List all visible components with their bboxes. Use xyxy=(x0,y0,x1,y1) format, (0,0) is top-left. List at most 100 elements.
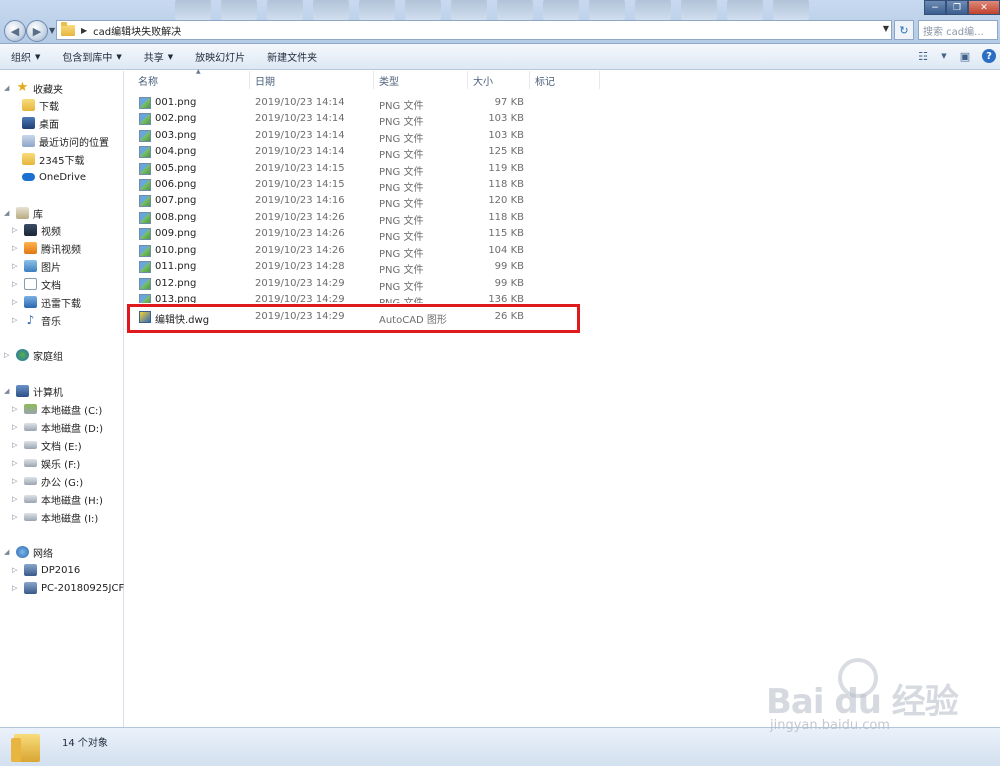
expand-arrow-icon[interactable]: ▷ xyxy=(12,316,20,324)
file-list: ▲ 名称 日期 类型 大小 标记 001.png 2019/10/23 14:14 P… xyxy=(125,68,1000,727)
expand-arrow-icon[interactable]: ▷ xyxy=(12,298,20,306)
file-row[interactable]: 010.png 2019/10/23 14:26 PNG 文件 104 KB xyxy=(125,243,1000,260)
sidebar-libraries[interactable]: ◢ 库 xyxy=(4,204,43,222)
file-name: 003.png xyxy=(155,130,197,141)
file-row[interactable]: 006.png 2019/10/23 14:15 PNG 文件 118 KB xyxy=(125,177,1000,194)
forward-button[interactable]: ▶ xyxy=(26,20,48,42)
file-row[interactable]: 009.png 2019/10/23 14:26 PNG 文件 115 KB xyxy=(125,226,1000,243)
expand-arrow-icon[interactable]: ▷ xyxy=(4,351,12,359)
sidebar-item-documents[interactable]: ▷ 文档 xyxy=(12,275,61,293)
maximize-button[interactable]: ❐ xyxy=(946,0,968,15)
file-size: 99 KB xyxy=(494,261,524,272)
sidebar-computer[interactable]: ◢ 计算机 xyxy=(4,382,63,400)
close-button[interactable]: ✕ xyxy=(968,0,1000,15)
sidebar-item-label: 最近访问的位置 xyxy=(39,137,109,149)
expand-arrow-icon[interactable]: ▷ xyxy=(12,262,20,270)
view-options-icon[interactable]: ☷ xyxy=(914,47,932,65)
column-header-name[interactable]: ▲ 名称 xyxy=(133,68,250,89)
sidebar-homegroup[interactable]: ▷ 家庭组 xyxy=(4,346,63,364)
sidebar-item-label: 本地磁盘 (C:) xyxy=(41,405,103,417)
file-date: 2019/10/23 14:14 xyxy=(255,97,345,108)
collapse-arrow-icon[interactable]: ◢ xyxy=(4,209,12,217)
view-dropdown-icon[interactable]: ▼ xyxy=(940,47,948,65)
recent-pages-dropdown-icon[interactable]: ▼ xyxy=(49,26,55,35)
sidebar-item-drive-e[interactable]: ▷ 文档 (E:) xyxy=(12,436,82,454)
refresh-button[interactable]: ↻ xyxy=(894,20,914,40)
new-folder-button[interactable]: 新建文件夹 xyxy=(256,44,328,70)
taskbar-thumbnails xyxy=(175,0,840,20)
sidebar-item-drive-i[interactable]: ▷ 本地磁盘 (I:) xyxy=(12,508,98,526)
sidebar-item-onedrive[interactable]: OneDrive xyxy=(22,168,86,186)
sidebar-item-pc[interactable]: ▷ PC-20180925JCFL xyxy=(12,579,130,597)
sidebar-item-music[interactable]: ▷ ♪ 音乐 xyxy=(12,311,61,329)
expand-arrow-icon[interactable]: ▷ xyxy=(12,477,20,485)
sidebar-item-tencent-video[interactable]: ▷ 腾讯视频 xyxy=(12,239,81,257)
expand-arrow-icon[interactable]: ▷ xyxy=(12,441,20,449)
sidebar-item-videos[interactable]: ▷ 视频 xyxy=(12,221,61,239)
expand-arrow-icon[interactable]: ▷ xyxy=(12,584,20,592)
file-row[interactable]: 008.png 2019/10/23 14:26 PNG 文件 118 KB xyxy=(125,210,1000,227)
file-size: 97 KB xyxy=(494,97,524,108)
sidebar-item-recent-places[interactable]: 最近访问的位置 xyxy=(22,132,109,150)
breadcrumb-current-folder[interactable]: cad编辑块失败解决 xyxy=(93,23,181,38)
column-header-size[interactable]: 大小 xyxy=(468,71,530,89)
drive-icon xyxy=(24,423,37,431)
column-header-type[interactable]: 类型 xyxy=(374,71,468,89)
preview-pane-icon[interactable]: ▣ xyxy=(956,47,974,65)
sidebar-item-drive-f[interactable]: ▷ 娱乐 (F:) xyxy=(12,454,80,472)
sidebar-item-dp2016[interactable]: ▷ DP2016 xyxy=(12,561,80,579)
sidebar-item-xunlei-downloads[interactable]: ▷ 迅雷下载 xyxy=(12,293,81,311)
expand-arrow-icon[interactable]: ▷ xyxy=(12,495,20,503)
collapse-arrow-icon[interactable]: ◢ xyxy=(4,84,12,92)
file-row[interactable]: 003.png 2019/10/23 14:14 PNG 文件 103 KB xyxy=(125,128,1000,145)
sidebar-item-drive-c[interactable]: ▷ 本地磁盘 (C:) xyxy=(12,400,103,418)
expand-arrow-icon[interactable]: ▷ xyxy=(12,459,20,467)
file-row[interactable]: 005.png 2019/10/23 14:15 PNG 文件 119 KB xyxy=(125,161,1000,178)
back-button[interactable]: ◀ xyxy=(4,20,26,42)
file-name: 005.png xyxy=(155,163,197,174)
sidebar-item-drive-g[interactable]: ▷ 办公 (G:) xyxy=(12,472,83,490)
column-header-tags[interactable]: 标记 xyxy=(530,71,600,89)
breadcrumb-separator-icon[interactable]: ▶ xyxy=(81,26,87,35)
slideshow-button[interactable]: 放映幻灯片 xyxy=(184,44,256,70)
new-folder-label: 新建文件夹 xyxy=(267,53,318,64)
collapse-arrow-icon[interactable]: ◢ xyxy=(4,548,12,556)
sidebar-item-2345-downloads[interactable]: 2345下载 xyxy=(22,150,84,168)
sidebar-item-pictures[interactable]: ▷ 图片 xyxy=(12,257,61,275)
address-bar[interactable]: ▶ cad编辑块失败解决 ▼ xyxy=(56,20,892,40)
file-row[interactable]: 002.png 2019/10/23 14:14 PNG 文件 103 KB xyxy=(125,111,1000,128)
file-name: 004.png xyxy=(155,146,197,157)
file-row[interactable]: 001.png 2019/10/23 14:14 PNG 文件 97 KB xyxy=(125,95,1000,112)
expand-arrow-icon[interactable]: ▷ xyxy=(12,405,20,413)
sidebar-item-drive-h[interactable]: ▷ 本地磁盘 (H:) xyxy=(12,490,103,508)
collapse-arrow-icon[interactable]: ◢ xyxy=(4,387,12,395)
share-menu[interactable]: 共享 ▼ xyxy=(133,44,184,70)
expand-arrow-icon[interactable]: ▷ xyxy=(12,280,20,288)
file-row[interactable]: 013.png 2019/10/23 14:29 PNG 文件 136 KB xyxy=(125,292,1000,303)
file-row[interactable]: 007.png 2019/10/23 14:16 PNG 文件 120 KB xyxy=(125,193,1000,210)
include-in-library-menu[interactable]: 包含到库中 ▼ xyxy=(51,44,132,70)
search-input[interactable]: 搜索 cad编... xyxy=(918,20,998,40)
expand-arrow-icon[interactable]: ▷ xyxy=(12,566,20,574)
drive-icon xyxy=(24,513,37,521)
expand-arrow-icon[interactable]: ▷ xyxy=(12,226,20,234)
column-header-date[interactable]: 日期 xyxy=(250,71,374,89)
address-dropdown-icon[interactable]: ▼ xyxy=(883,24,889,33)
sidebar-network[interactable]: ◢ 网络 xyxy=(4,543,53,561)
file-type: PNG 文件 xyxy=(379,134,424,145)
expand-arrow-icon[interactable]: ▷ xyxy=(12,244,20,252)
help-icon[interactable]: ? xyxy=(982,49,996,63)
sidebar-favorites[interactable]: ◢ ★ 收藏夹 xyxy=(4,79,63,97)
png-image-icon xyxy=(139,146,151,158)
sidebar-item-desktop[interactable]: 桌面 xyxy=(22,114,59,132)
sidebar-item-downloads[interactable]: 下载 xyxy=(22,96,59,114)
file-row[interactable]: 012.png 2019/10/23 14:29 PNG 文件 99 KB xyxy=(125,276,1000,293)
organize-menu[interactable]: 组织 ▼ xyxy=(0,44,51,70)
sidebar-item-drive-d[interactable]: ▷ 本地磁盘 (D:) xyxy=(12,418,103,436)
file-row[interactable]: 004.png 2019/10/23 14:14 PNG 文件 125 KB xyxy=(125,144,1000,161)
expand-arrow-icon[interactable]: ▷ xyxy=(12,423,20,431)
file-row[interactable]: 011.png 2019/10/23 14:28 PNG 文件 99 KB xyxy=(125,259,1000,276)
expand-arrow-icon[interactable]: ▷ xyxy=(12,513,20,521)
minimize-button[interactable]: − xyxy=(924,0,946,15)
sidebar-group-label: 计算机 xyxy=(33,387,63,399)
